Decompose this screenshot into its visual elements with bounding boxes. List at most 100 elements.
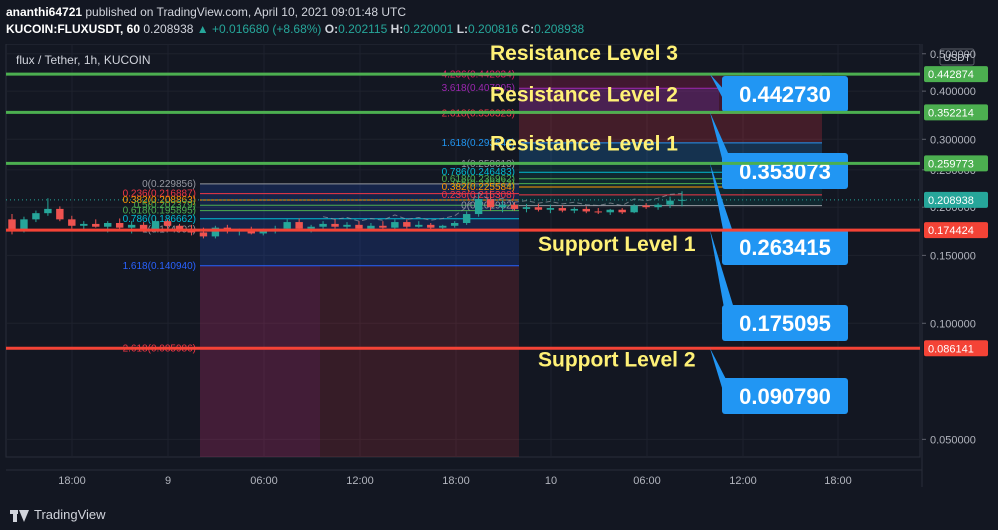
candle-body	[474, 199, 483, 215]
candle-body	[522, 207, 531, 209]
candle-body	[343, 224, 351, 227]
candle-body	[307, 226, 315, 229]
candle-body	[32, 213, 40, 220]
footer-bar: TradingView	[0, 500, 998, 530]
candle-body	[642, 205, 650, 208]
fib-left-label: 1.618(0.140940)	[123, 261, 196, 272]
candle-body	[331, 223, 339, 227]
candle-body	[391, 222, 399, 228]
candle-body	[379, 225, 387, 228]
candle-body	[654, 204, 662, 208]
price-callout-value: 0.175095	[739, 311, 831, 336]
axis-level-value: 0.442874	[928, 69, 974, 81]
candle-body	[546, 208, 555, 210]
open-label: O:	[324, 22, 339, 36]
high-value: 0.220001	[403, 22, 454, 36]
publisher-name[interactable]: ananthi64721	[6, 5, 82, 19]
brand-label: TradingView	[34, 507, 106, 522]
x-tick-label: 06:00	[250, 475, 278, 487]
y-tick-label: 0.150000	[930, 250, 976, 262]
fib-left-zone-purple	[200, 265, 320, 457]
level-label: Resistance Level 2	[490, 83, 678, 106]
close-label: C:	[521, 22, 535, 36]
x-tick-label: 06:00	[633, 475, 661, 487]
symbol-label: KUCOIN:FLUXUSDT, 60	[6, 22, 141, 36]
change-arrow-icon: ▲	[196, 22, 209, 36]
x-tick-label: 18:00	[58, 475, 86, 487]
price-callout-value: 0.442730	[739, 82, 831, 107]
price-chart[interactable]: 18:00 9 06:00 12:00 18:00 10 06:00 12:00 18:00 fl…	[0, 44, 998, 500]
x-tick-label: 12:00	[346, 475, 374, 487]
candle-body	[56, 208, 64, 220]
candle-body	[163, 221, 172, 226]
price-callout-value: 0.263415	[739, 235, 831, 260]
candle-body	[20, 219, 28, 230]
x-tick-label: 9	[165, 475, 171, 487]
candle-body	[199, 232, 208, 237]
candle-body	[415, 224, 423, 227]
tradingview-icon	[10, 508, 29, 522]
candle-body	[355, 224, 363, 229]
candle-body	[44, 208, 52, 214]
candle-body	[534, 207, 543, 210]
close-value: 0.208938	[534, 22, 585, 36]
fib-left-label: 0.786(0.186662)	[123, 214, 196, 225]
price-callout-value: 0.090790	[739, 384, 831, 409]
candle-body	[594, 211, 602, 213]
axis-level-value: 0.174424	[928, 225, 974, 237]
candle-body	[115, 222, 124, 228]
publish-date: published on TradingView.com, April 10, …	[82, 5, 407, 19]
candle-body	[582, 208, 590, 212]
y-tick-label: 0.500000	[930, 49, 976, 61]
axis-level-value: 0.352214	[928, 107, 974, 119]
candle-body	[618, 209, 626, 213]
current-price-value: 0.208938	[928, 195, 974, 207]
candle-body	[606, 209, 614, 213]
candle-body	[127, 224, 136, 228]
candle-body	[630, 205, 638, 213]
low-label: L:	[456, 22, 469, 36]
quote-line: KUCOIN:FLUXUSDT, 60 0.208938 ▲ +0.016680…	[6, 22, 584, 36]
candle-body	[104, 222, 112, 227]
chart-title: flux / Tether, 1h, KUCOIN	[16, 53, 151, 67]
y-tick-label: 0.050000	[930, 434, 976, 446]
candle-body	[319, 223, 327, 227]
candle-body	[498, 204, 507, 208]
candle-body	[295, 222, 303, 229]
candle-body	[439, 225, 447, 228]
y-tick-label: 0.400000	[930, 86, 976, 98]
y-tick-label: 0.100000	[930, 318, 976, 330]
level-label: Resistance Level 3	[490, 44, 678, 65]
axis-level-value: 0.086141	[928, 343, 974, 355]
level-label: Resistance Level 1	[490, 132, 678, 155]
high-label: H:	[390, 22, 404, 36]
candle-body	[558, 208, 567, 211]
candle-body	[450, 222, 459, 226]
candle-body	[283, 222, 291, 229]
level-label: Support Level 2	[538, 348, 696, 371]
candle-body	[570, 208, 579, 211]
low-value: 0.200816	[468, 22, 519, 36]
candle-body	[367, 225, 375, 229]
candle-body	[427, 224, 435, 228]
price-change: +0.016680 (+8.68%)	[212, 22, 322, 36]
last-price: 0.208938	[143, 22, 194, 36]
candle-body	[462, 214, 471, 223]
candle-body	[666, 200, 674, 205]
x-tick-label: 12:00	[729, 475, 757, 487]
publish-info: ananthi64721 published on TradingView.co…	[6, 5, 406, 19]
x-tick-label: 10	[545, 475, 557, 487]
y-tick-label: 0.300000	[930, 134, 976, 146]
tradingview-logo[interactable]: TradingView	[10, 507, 106, 522]
level-label: Support Level 1	[538, 233, 696, 256]
chart-area[interactable]: 18:00 9 06:00 12:00 18:00 10 06:00 12:00 18:00 fl…	[0, 44, 998, 500]
candle-body	[510, 204, 519, 209]
x-tick-label: 18:00	[442, 475, 470, 487]
candle-body	[68, 219, 76, 226]
candle-body	[8, 219, 16, 230]
candle-body	[80, 223, 88, 226]
open-value: 0.202115	[338, 22, 388, 36]
axis-level-value: 0.259773	[928, 158, 974, 170]
x-tick-label: 18:00	[824, 475, 852, 487]
candle-body	[403, 222, 411, 227]
